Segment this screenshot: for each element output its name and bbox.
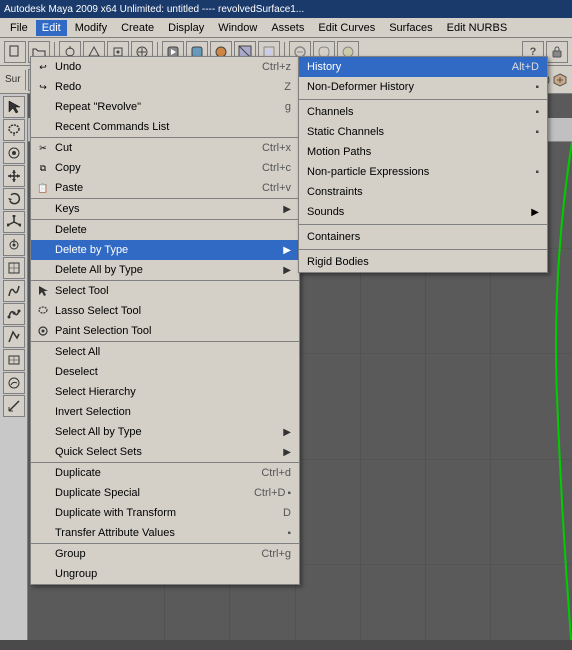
menu-surfaces[interactable]: Surfaces: [383, 20, 438, 36]
submenu-history[interactable]: History Alt+D: [299, 57, 547, 77]
menu-section-3: Keys ▶: [31, 199, 299, 220]
menu-section-2: ✂ Cut Ctrl+x ⧉ Copy Ctrl+c 📋 Paste Ctrl+…: [31, 138, 299, 199]
menu-deselect[interactable]: Deselect: [31, 362, 299, 382]
menu-window[interactable]: Window: [212, 20, 263, 36]
menu-delete[interactable]: Delete: [31, 220, 299, 240]
menu-cut[interactable]: ✂ Cut Ctrl+x: [31, 138, 299, 158]
submenu-non-deformer-history[interactable]: Non-Deformer History ▪: [299, 77, 547, 97]
left-icon-deform[interactable]: [3, 303, 25, 325]
menu-section-7: Duplicate Ctrl+d Duplicate Special Ctrl+…: [31, 463, 299, 544]
menu-section-5: Select Tool Lasso Select Tool Paint Sele…: [31, 281, 299, 342]
menu-bar: File Edit Modify Create Display Window A…: [0, 18, 572, 38]
duplicate-special-option-icon: ▪: [287, 488, 291, 499]
lasso-icon: [35, 303, 51, 319]
menu-keys[interactable]: Keys ▶: [31, 199, 299, 219]
menu-delete-by-type[interactable]: Delete by Type ▶: [31, 240, 299, 260]
menu-redo[interactable]: ↪ Redo Z: [31, 77, 299, 97]
nonparticle-option-icon: ▪: [535, 167, 539, 178]
submenu-motion-paths[interactable]: Motion Paths: [299, 142, 547, 162]
menu-invert-selection[interactable]: Invert Selection: [31, 402, 299, 422]
tb2-icon15[interactable]: [552, 69, 568, 91]
left-icon-paint[interactable]: [3, 142, 25, 164]
left-icon-sculpt[interactable]: [3, 372, 25, 394]
left-icon-manip[interactable]: [3, 234, 25, 256]
menu-transfer-attr[interactable]: Transfer Attribute Values ▪: [31, 523, 299, 543]
left-icon-select[interactable]: [3, 96, 25, 118]
menu-ungroup[interactable]: Ungroup: [31, 564, 299, 584]
left-icon-soft[interactable]: [3, 326, 25, 348]
submenu-rigid-bodies[interactable]: Rigid Bodies: [299, 252, 547, 272]
toolbar-lock[interactable]: [546, 41, 568, 63]
left-panel: [0, 94, 28, 640]
menu-undo[interactable]: ↩ Undo Ctrl+z: [31, 57, 299, 77]
menu-edit[interactable]: Edit: [36, 20, 67, 36]
edit-dropdown: ↩ Undo Ctrl+z ↪ Redo Z Repeat "Revolve" …: [30, 56, 300, 585]
cut-icon: ✂: [35, 140, 51, 156]
menu-paste[interactable]: 📋 Paste Ctrl+v: [31, 178, 299, 198]
title-bar: Autodesk Maya 2009 x64 Unlimited: untitl…: [0, 0, 572, 18]
submenu-sounds[interactable]: Sounds ▶: [299, 202, 547, 222]
left-icon-curve[interactable]: [3, 280, 25, 302]
submenu-constraints[interactable]: Constraints: [299, 182, 547, 202]
left-icon-lattice[interactable]: [3, 349, 25, 371]
menu-select-hierarchy[interactable]: Select Hierarchy: [31, 382, 299, 402]
menu-group[interactable]: Group Ctrl+g: [31, 544, 299, 564]
menu-edit-curves[interactable]: Edit Curves: [312, 20, 381, 36]
select-tool-icon: [35, 283, 51, 299]
left-icon-scale[interactable]: [3, 211, 25, 233]
menu-duplicate-transform[interactable]: Duplicate with Transform D: [31, 503, 299, 523]
undo-icon: ↩: [35, 59, 51, 75]
tb2-sur: Sur: [4, 69, 22, 91]
redo-icon: ↪: [35, 79, 51, 95]
non-deformer-option-icon: ▪: [535, 82, 539, 93]
menu-lasso-select[interactable]: Lasso Select Tool: [31, 301, 299, 321]
delete-by-type-submenu: History Alt+D Non-Deformer History ▪ Cha…: [298, 56, 548, 273]
static-channels-option-icon: ▪: [535, 127, 539, 138]
left-icon-lasso[interactable]: [3, 119, 25, 141]
menu-select-tool[interactable]: Select Tool: [31, 281, 299, 301]
submenu-sep-3: [299, 249, 547, 250]
menu-display[interactable]: Display: [162, 20, 210, 36]
toolbar-new[interactable]: [4, 41, 26, 63]
menu-modify[interactable]: Modify: [69, 20, 113, 36]
channels-option-icon: ▪: [535, 107, 539, 118]
submenu-channels[interactable]: Channels ▪: [299, 102, 547, 122]
menu-section-8: Group Ctrl+g Ungroup: [31, 544, 299, 584]
left-icon-rotate[interactable]: [3, 188, 25, 210]
menu-recent[interactable]: Recent Commands List: [31, 117, 299, 137]
menu-select-all[interactable]: Select All: [31, 342, 299, 362]
menu-section-4: Delete Delete by Type ▶ Delete All by Ty…: [31, 220, 299, 281]
submenu-sep-1: [299, 99, 547, 100]
paste-icon: 📋: [35, 180, 51, 196]
left-icon-measure[interactable]: [3, 395, 25, 417]
menu-section-6: Select All Deselect Select Hierarchy Inv…: [31, 342, 299, 463]
transfer-option-icon: ▪: [287, 528, 291, 539]
submenu-containers[interactable]: Containers: [299, 227, 547, 247]
title-text: Autodesk Maya 2009 x64 Unlimited: untitl…: [4, 4, 304, 15]
submenu-nonparticle-expr[interactable]: Non-particle Expressions ▪: [299, 162, 547, 182]
menu-duplicate[interactable]: Duplicate Ctrl+d: [31, 463, 299, 483]
menu-copy[interactable]: ⧉ Copy Ctrl+c: [31, 158, 299, 178]
copy-icon: ⧉: [35, 160, 51, 176]
menu-quick-select-sets[interactable]: Quick Select Sets ▶: [31, 442, 299, 462]
menu-repeat[interactable]: Repeat "Revolve" g: [31, 97, 299, 117]
menu-section-1: ↩ Undo Ctrl+z ↪ Redo Z Repeat "Revolve" …: [31, 57, 299, 138]
menu-duplicate-special[interactable]: Duplicate Special Ctrl+D ▪: [31, 483, 299, 503]
menu-file[interactable]: File: [4, 20, 34, 36]
menu-create[interactable]: Create: [115, 20, 160, 36]
left-icon-move[interactable]: [3, 165, 25, 187]
submenu-sep-2: [299, 224, 547, 225]
menu-delete-all-by-type[interactable]: Delete All by Type ▶: [31, 260, 299, 280]
paint-select-icon: [35, 323, 51, 339]
left-icon-snap[interactable]: [3, 257, 25, 279]
menu-edit-nurbs[interactable]: Edit NURBS: [441, 20, 514, 36]
menu-paint-selection[interactable]: Paint Selection Tool: [31, 321, 299, 341]
menu-assets[interactable]: Assets: [265, 20, 310, 36]
submenu-static-channels[interactable]: Static Channels ▪: [299, 122, 547, 142]
menu-select-all-by-type[interactable]: Select All by Type ▶: [31, 422, 299, 442]
